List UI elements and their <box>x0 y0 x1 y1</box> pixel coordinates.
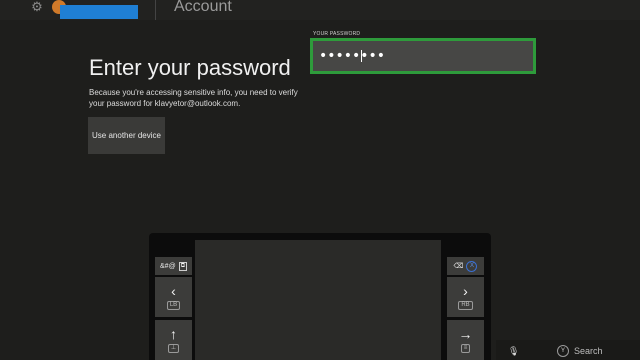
cursor-left-key[interactable]: ‹ LB <box>155 277 192 317</box>
backspace-key[interactable]: ⌫ X <box>447 257 484 275</box>
left-bumper-icon: LB <box>166 301 181 310</box>
password-field[interactable] <box>310 38 536 74</box>
right-bumper-icon: RB <box>458 301 473 310</box>
password-label: YOUR PASSWORD <box>313 31 361 37</box>
breadcrumb: Account <box>174 0 232 15</box>
password-input[interactable] <box>319 49 519 63</box>
enter-key[interactable]: → ≡ <box>447 320 484 360</box>
dictation-icon[interactable]: 🎙 <box>508 346 519 357</box>
chevron-right-icon: › <box>463 283 468 299</box>
arrow-up-icon: ↑ <box>170 326 177 342</box>
search-button[interactable]: Y Search <box>553 341 611 360</box>
gamertag-redaction <box>60 5 138 19</box>
cursor-right-key[interactable]: › RB <box>447 277 484 317</box>
use-another-device-button[interactable]: Use another device <box>88 117 165 154</box>
x-button-icon: X <box>466 260 478 272</box>
symbols-key[interactable]: &#@ ⧉ <box>155 257 192 275</box>
symbols-key-label: &#@ <box>160 262 176 270</box>
gear-icon[interactable]: ⚙ <box>30 0 44 14</box>
backspace-icon: ⌫ <box>453 263 464 270</box>
search-label: Search <box>574 345 603 356</box>
arrow-right-icon: → <box>458 326 473 342</box>
menu-button-icon: ≡ <box>460 344 471 353</box>
verification-description: Because you're accessing sensitive info,… <box>89 88 298 108</box>
keyboard-key-area <box>195 240 441 360</box>
y-button-icon: Y <box>557 344 569 357</box>
shift-key[interactable]: ↑ ⊥ <box>155 320 192 360</box>
page-title: Enter your password <box>89 54 291 80</box>
top-bar-divider <box>155 0 156 20</box>
chevron-left-icon: ‹ <box>171 283 176 299</box>
view-button-icon: ⧉ <box>178 261 187 271</box>
left-stick-icon: ⊥ <box>167 344 180 353</box>
text-caret <box>361 50 362 62</box>
